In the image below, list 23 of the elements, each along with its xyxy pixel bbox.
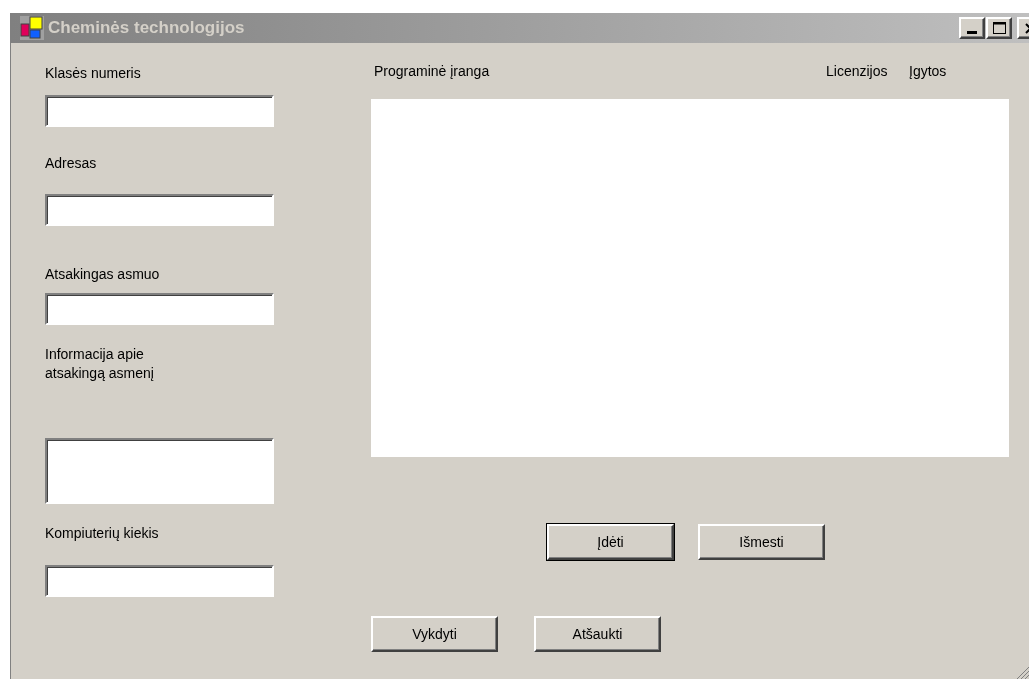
dialog-button[interactable]: Vykdyti — [371, 616, 498, 652]
input-field[interactable] — [45, 95, 274, 127]
maximize-icon — [992, 22, 1006, 34]
field-label: Informacija apie atsakingą asmenį — [45, 345, 155, 383]
minimize-icon — [967, 31, 977, 34]
dialog-button[interactable]: Išmesti — [698, 524, 825, 560]
default-button[interactable]: Įdėti — [547, 524, 674, 560]
field-label: Atsakingas asmuo — [45, 265, 161, 284]
dialog-button[interactable]: Atšaukti — [534, 616, 661, 652]
app-icon — [19, 15, 45, 41]
column-header: Licenzijos — [826, 62, 889, 81]
column-header: Įgytos — [909, 62, 948, 81]
field-label: Klasės numeris — [45, 64, 142, 83]
text-area[interactable] — [45, 438, 274, 504]
minimize-button[interactable] — [959, 17, 985, 39]
maximize-button[interactable] — [986, 17, 1012, 39]
input-field[interactable] — [45, 194, 274, 226]
column-header: Programinė įranga — [374, 62, 491, 81]
field-label: Kompiuterių kiekis — [45, 524, 160, 543]
input-field[interactable] — [45, 293, 274, 325]
window-title: Cheminės technologijos — [48, 17, 245, 40]
input-field[interactable] — [45, 565, 274, 597]
field-label: Adresas — [45, 154, 98, 173]
